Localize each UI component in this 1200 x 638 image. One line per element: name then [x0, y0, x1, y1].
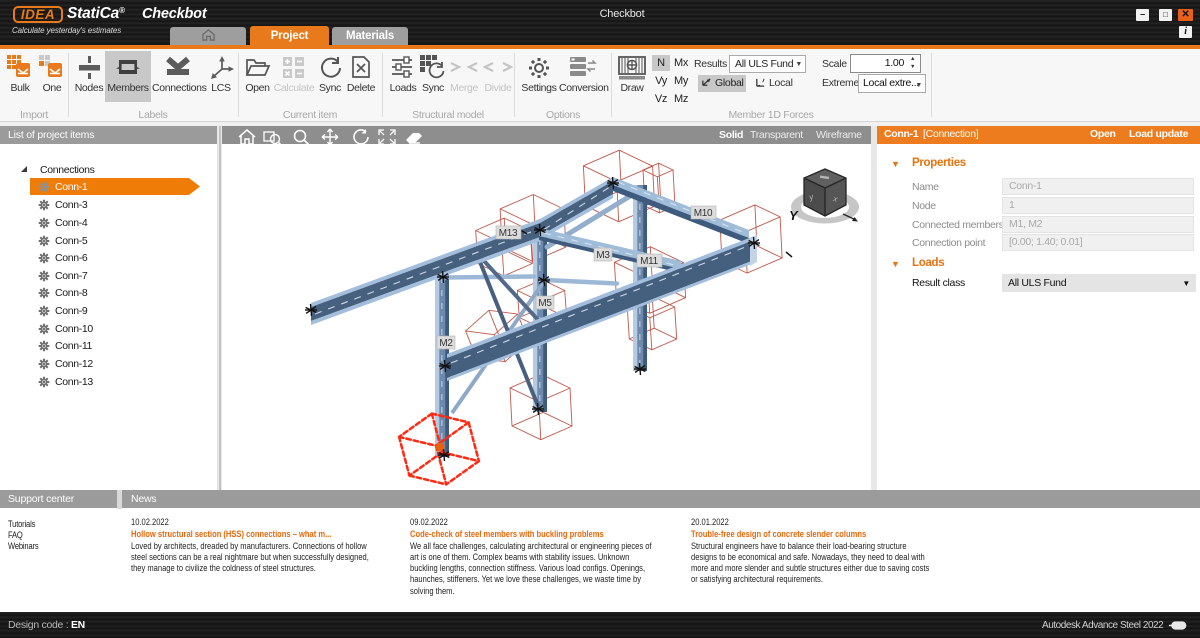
svg-text:M13: M13: [499, 228, 518, 239]
svg-text:M5: M5: [538, 298, 552, 309]
svg-text:M11: M11: [640, 256, 659, 267]
svg-text:M10: M10: [694, 208, 713, 219]
svg-text:M2: M2: [439, 338, 453, 349]
svg-text:M3: M3: [596, 250, 610, 261]
